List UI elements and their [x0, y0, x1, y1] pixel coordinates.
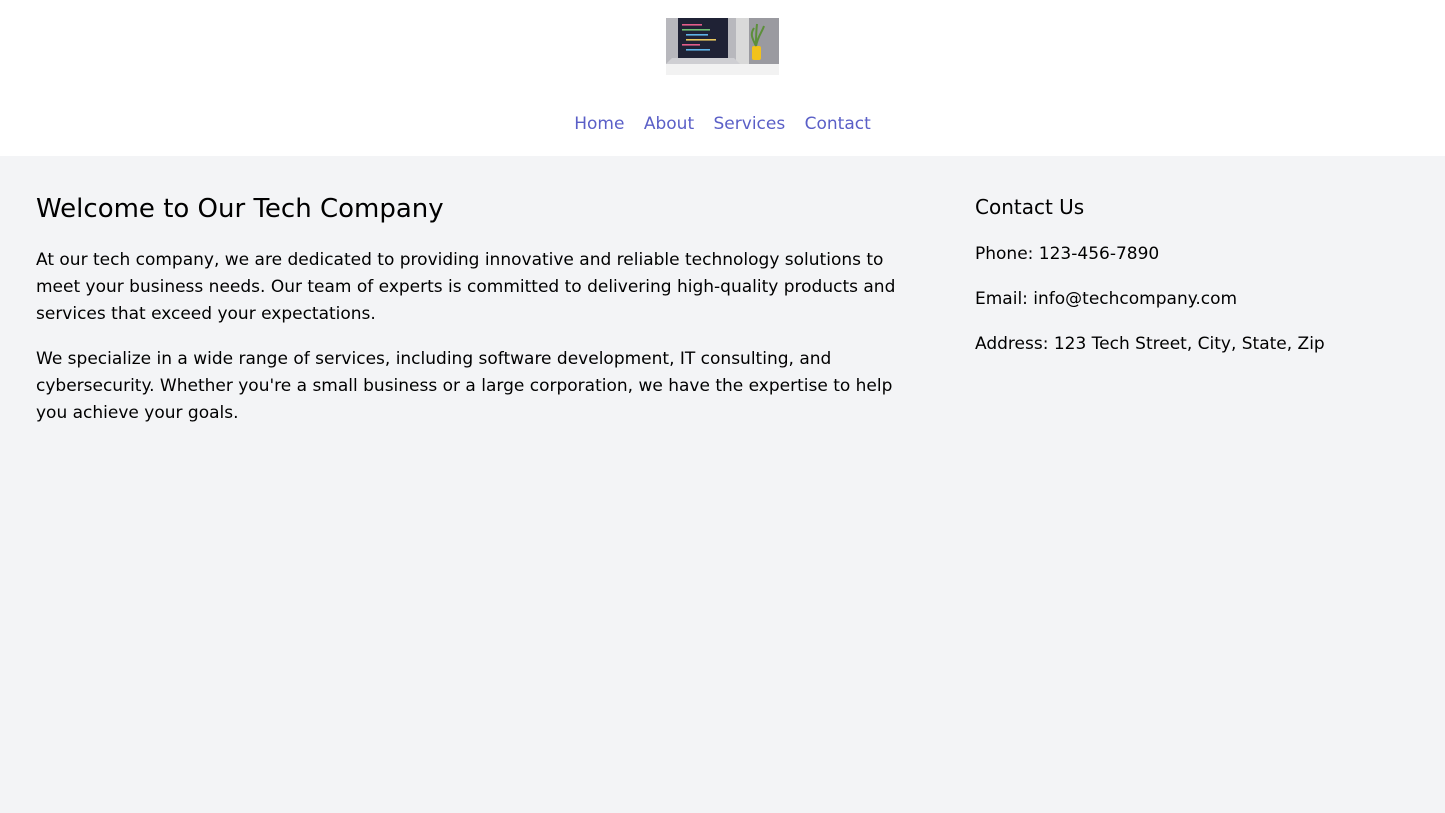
- nav-about-link[interactable]: About: [644, 114, 694, 134]
- contact-section: Contact Us Phone: 123-456-7890 Email: in…: [975, 193, 1415, 356]
- site-header: Home About Services Contact: [0, 0, 1445, 156]
- nav-services-link[interactable]: Services: [714, 114, 786, 134]
- main-nav: Home About Services Contact: [0, 112, 1445, 136]
- contact-phone: Phone: 123-456-7890: [975, 244, 1160, 264]
- nav-home-link[interactable]: Home: [574, 114, 624, 134]
- contact-address: Address: 123 Tech Street, City, State, Z…: [975, 334, 1325, 354]
- services-paragraph: We specialize in a wide range of service…: [36, 349, 893, 423]
- nav-contact-link[interactable]: Contact: [805, 114, 871, 134]
- welcome-heading: Welcome to Our Tech Company: [36, 194, 444, 224]
- welcome-section: Welcome to Our Tech Company At our tech …: [36, 193, 916, 427]
- intro-paragraph: At our tech company, we are dedicated to…: [36, 250, 896, 324]
- contact-heading: Contact Us: [975, 195, 1085, 219]
- laptop-code-photo-icon[interactable]: [666, 18, 779, 75]
- contact-email: Email: info@techcompany.com: [975, 289, 1238, 309]
